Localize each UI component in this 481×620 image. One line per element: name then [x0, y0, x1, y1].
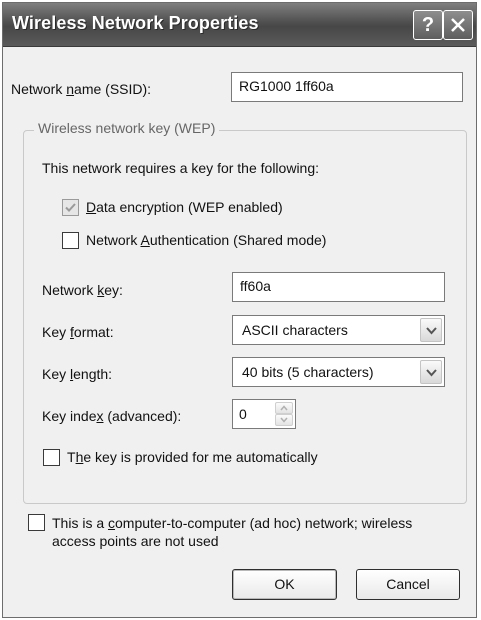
chevron-down-icon	[426, 369, 437, 377]
title-bar[interactable]: Wireless Network Properties ?	[3, 3, 476, 47]
key-length-value: 40 bits (5 characters)	[242, 364, 374, 380]
ok-button[interactable]: OK	[232, 569, 337, 600]
close-icon	[451, 18, 465, 32]
network-key-label: Network key:	[42, 282, 123, 298]
network-key-value: ff60a	[240, 278, 271, 294]
network-name-value: RG1000 1ff60a	[239, 78, 334, 94]
wep-group-legend: Wireless network key (WEP)	[34, 120, 220, 136]
network-authentication-label[interactable]: Network Authentication (Shared mode)	[86, 232, 326, 248]
checkmark-icon	[65, 203, 76, 212]
cancel-button[interactable]: Cancel	[356, 569, 460, 600]
chevron-down-icon	[426, 327, 437, 335]
network-name-label: Network name (SSID):	[11, 81, 152, 97]
key-index-label: Key index (advanced):	[42, 408, 182, 424]
requires-key-text: This network requires a key for the foll…	[42, 160, 320, 176]
spin-down-icon	[280, 417, 288, 423]
spin-up-icon	[280, 405, 288, 411]
adhoc-network-label[interactable]: This is a computer-to-computer (ad hoc) …	[52, 514, 412, 550]
network-name-input[interactable]: RG1000 1ff60a	[231, 72, 463, 102]
key-format-dropdown-button[interactable]	[420, 318, 442, 342]
key-format-label: Key format:	[42, 324, 114, 340]
auto-key-checkbox[interactable]	[43, 449, 60, 466]
auto-key-label[interactable]: The key is provided for me automatically	[67, 449, 318, 465]
data-encryption-checkbox[interactable]	[62, 199, 79, 216]
key-length-label: Key length:	[42, 366, 113, 382]
key-length-select[interactable]: 40 bits (5 characters)	[232, 357, 445, 387]
key-index-spinner[interactable]: 0	[232, 399, 296, 429]
network-key-input[interactable]: ff60a	[232, 272, 445, 302]
window-title: Wireless Network Properties	[12, 13, 259, 33]
network-authentication-checkbox[interactable]	[62, 232, 79, 249]
key-length-dropdown-button[interactable]	[420, 360, 442, 384]
key-index-value: 0	[239, 406, 247, 422]
help-button[interactable]: ?	[413, 10, 443, 40]
key-format-value: ASCII characters	[242, 322, 348, 338]
spin-down-button[interactable]	[275, 414, 293, 426]
key-format-select[interactable]: ASCII characters	[232, 315, 445, 345]
adhoc-network-checkbox[interactable]	[28, 514, 45, 531]
wireless-network-properties-dialog: Wireless Network Properties ? Network na…	[2, 2, 477, 618]
data-encryption-label[interactable]: Data encryption (WEP enabled)	[86, 199, 283, 215]
close-button[interactable]	[443, 10, 473, 40]
spin-up-button[interactable]	[275, 402, 293, 414]
help-icon: ?	[421, 14, 435, 36]
